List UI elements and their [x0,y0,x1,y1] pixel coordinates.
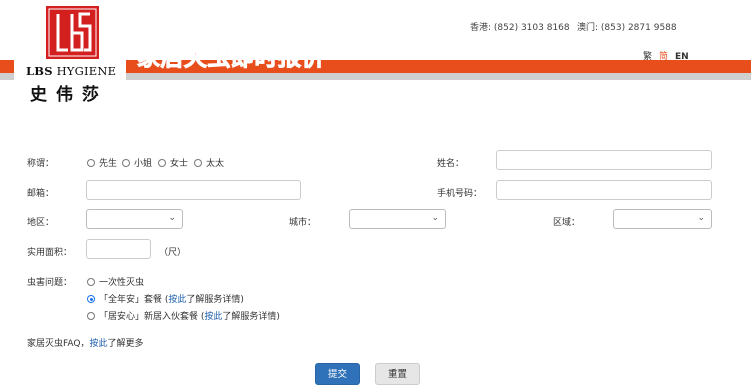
district-label: 地区： [27,218,55,228]
pest-option-annual[interactable]: 「全年安」套餐 (按此了解服务详情) [87,292,244,305]
salutation-option-miss[interactable]: 小姐 [122,156,152,169]
radio-icon[interactable] [158,159,166,167]
new-home-details-link[interactable]: 按此 [204,312,222,322]
phone-field[interactable] [496,180,712,200]
salutation-label: 称谓： [27,159,55,169]
lang-traditional[interactable]: 繁 [643,52,652,62]
submit-button[interactable]: 提交 [315,363,360,385]
name-label: 姓名： [437,159,465,169]
radio-icon[interactable] [122,159,130,167]
lang-english[interactable]: EN [675,52,689,62]
district-select[interactable]: ⌄ [86,209,183,229]
logo-chinese-name: 史伟莎 [30,85,108,105]
faq-line: 家居灭虫FAQ，按此了解更多 [27,339,144,349]
lbs-logo-icon [46,6,99,59]
chevron-down-icon: ⌄ [168,213,176,223]
pest-option-one-time[interactable]: 一次性灭虫 [87,275,144,288]
salutation-option-mrs[interactable]: 太太 [194,156,224,169]
contact-hongkong: 香港: (852) 3103 8168 [470,23,570,33]
floor-area-unit: （尺） [159,248,187,258]
lang-simplified[interactable]: 简 [659,52,668,62]
brand-logo[interactable]: LBS HYGIENE 史伟莎 [14,0,126,110]
language-switcher: 繁简 EN [643,49,696,62]
email-field[interactable] [86,180,301,200]
page-title: 家居灭虫即时报价 [137,45,326,72]
area-label: 区域： [553,218,581,228]
salutation-option-ms[interactable]: 女士 [158,156,188,169]
radio-icon[interactable] [194,159,202,167]
radio-selected-icon[interactable] [87,295,95,303]
city-select[interactable]: ⌄ [349,209,446,229]
salutation-option-mr[interactable]: 先生 [87,156,117,169]
radio-icon[interactable] [87,278,95,286]
annual-details-link[interactable]: 按此 [168,295,186,305]
pest-problem-label: 虫害问题： [27,278,73,288]
faq-link[interactable]: 按此 [89,339,107,349]
logo-english-name: LBS HYGIENE [26,64,117,78]
reset-button[interactable]: 重置 [375,363,420,385]
radio-icon[interactable] [87,312,95,320]
radio-icon[interactable] [87,159,95,167]
chevron-down-icon: ⌄ [431,213,439,223]
contact-macau: 澳门: (853) 2871 9588 [577,23,677,33]
floor-area-label: 实用面积： [27,248,73,258]
phone-label: 手机号码： [437,189,483,199]
city-label: 城市： [289,218,317,228]
floor-area-field[interactable] [86,239,151,259]
name-field[interactable] [496,150,712,170]
email-label: 邮箱： [27,189,55,199]
area-select[interactable]: ⌄ [613,209,712,229]
chevron-down-icon: ⌄ [697,213,705,223]
pest-option-new-home[interactable]: 「居安心」新居入伙套餐 (按此了解服务详情) [87,309,280,322]
